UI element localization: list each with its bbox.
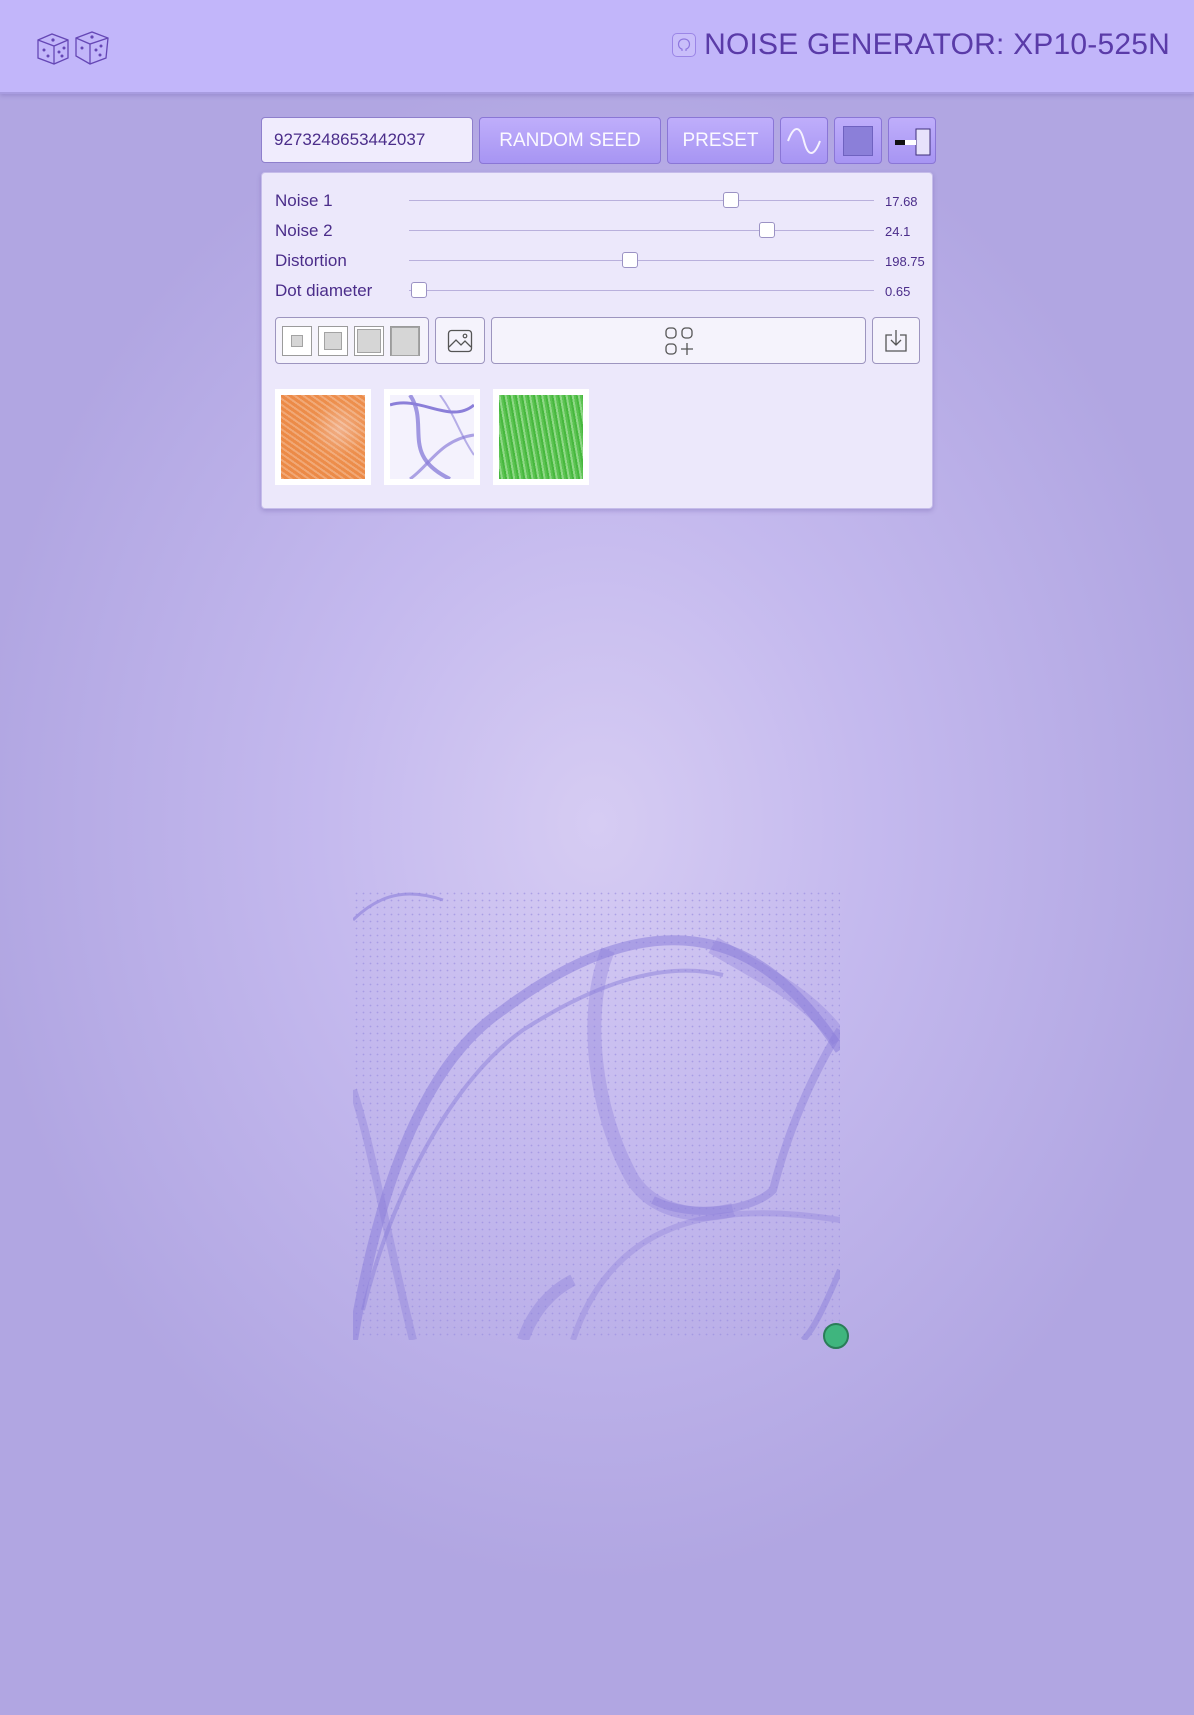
app-title: NOISE GENERATOR: XP10-525N bbox=[704, 28, 1170, 61]
size-selector bbox=[275, 317, 429, 364]
slider-label: Noise 1 bbox=[275, 191, 333, 210]
noise-canvas[interactable] bbox=[353, 890, 840, 1340]
slider-thumb[interactable] bbox=[723, 192, 739, 208]
preset-button[interactable]: PRESET bbox=[667, 117, 774, 164]
slider-thumb[interactable] bbox=[759, 222, 775, 238]
preset-list bbox=[275, 389, 589, 485]
slider-label: Dot diameter bbox=[275, 281, 373, 300]
download-button[interactable] bbox=[872, 317, 920, 364]
toolbar: RANDOM SEED PRESET bbox=[261, 117, 936, 165]
slider-track[interactable] bbox=[409, 260, 874, 261]
color-swatch-icon bbox=[843, 125, 873, 156]
contrast-toggle-icon bbox=[895, 128, 931, 155]
preset-green[interactable] bbox=[493, 389, 589, 485]
slider-track[interactable] bbox=[409, 200, 874, 201]
size-large-icon[interactable] bbox=[354, 326, 384, 356]
slider-track[interactable] bbox=[409, 290, 874, 291]
preset-purple[interactable] bbox=[384, 389, 480, 485]
wave-button[interactable] bbox=[780, 117, 828, 164]
add-grid-button[interactable] bbox=[491, 317, 866, 364]
image-icon bbox=[447, 329, 473, 352]
control-row bbox=[275, 317, 925, 365]
download-icon bbox=[885, 329, 907, 352]
slider-row-noise-2: Noise 2 24.1 bbox=[275, 219, 925, 243]
slider-row-distortion: Distortion 198.75 bbox=[275, 249, 925, 273]
slider-label: Noise 2 bbox=[275, 221, 333, 240]
image-button[interactable] bbox=[435, 317, 485, 364]
contrast-toggle-button[interactable] bbox=[888, 117, 936, 164]
add-grid-icon bbox=[664, 326, 693, 355]
size-medium-icon[interactable] bbox=[318, 326, 348, 356]
slider-value: 198.75 bbox=[885, 254, 925, 269]
sine-wave-icon bbox=[787, 127, 821, 154]
slider-value: 24.1 bbox=[885, 224, 911, 239]
slider-label: Distortion bbox=[275, 251, 347, 270]
seed-input[interactable] bbox=[261, 117, 473, 163]
slider-row-dot-diameter: Dot diameter 0.65 bbox=[275, 279, 925, 303]
size-xlarge-icon[interactable] bbox=[390, 326, 420, 356]
dice-icon[interactable] bbox=[34, 28, 112, 68]
slider-track[interactable] bbox=[409, 230, 874, 231]
settings-panel: Noise 1 17.68 Noise 2 24.1 Distortion 19… bbox=[261, 172, 933, 509]
color-swatch-button[interactable] bbox=[834, 117, 882, 164]
github-icon[interactable] bbox=[672, 33, 697, 57]
random-seed-button[interactable]: RANDOM SEED bbox=[479, 117, 661, 164]
slider-value: 17.68 bbox=[885, 194, 918, 209]
size-small-icon[interactable] bbox=[282, 326, 312, 356]
slider-row-noise-1: Noise 1 17.68 bbox=[275, 189, 925, 213]
resize-handle[interactable] bbox=[823, 1323, 849, 1349]
app-header: NOISE GENERATOR: XP10-525N bbox=[0, 0, 1194, 94]
slider-value: 0.65 bbox=[885, 284, 911, 299]
slider-thumb[interactable] bbox=[622, 252, 638, 268]
slider-thumb[interactable] bbox=[411, 282, 427, 298]
preset-orange[interactable] bbox=[275, 389, 371, 485]
